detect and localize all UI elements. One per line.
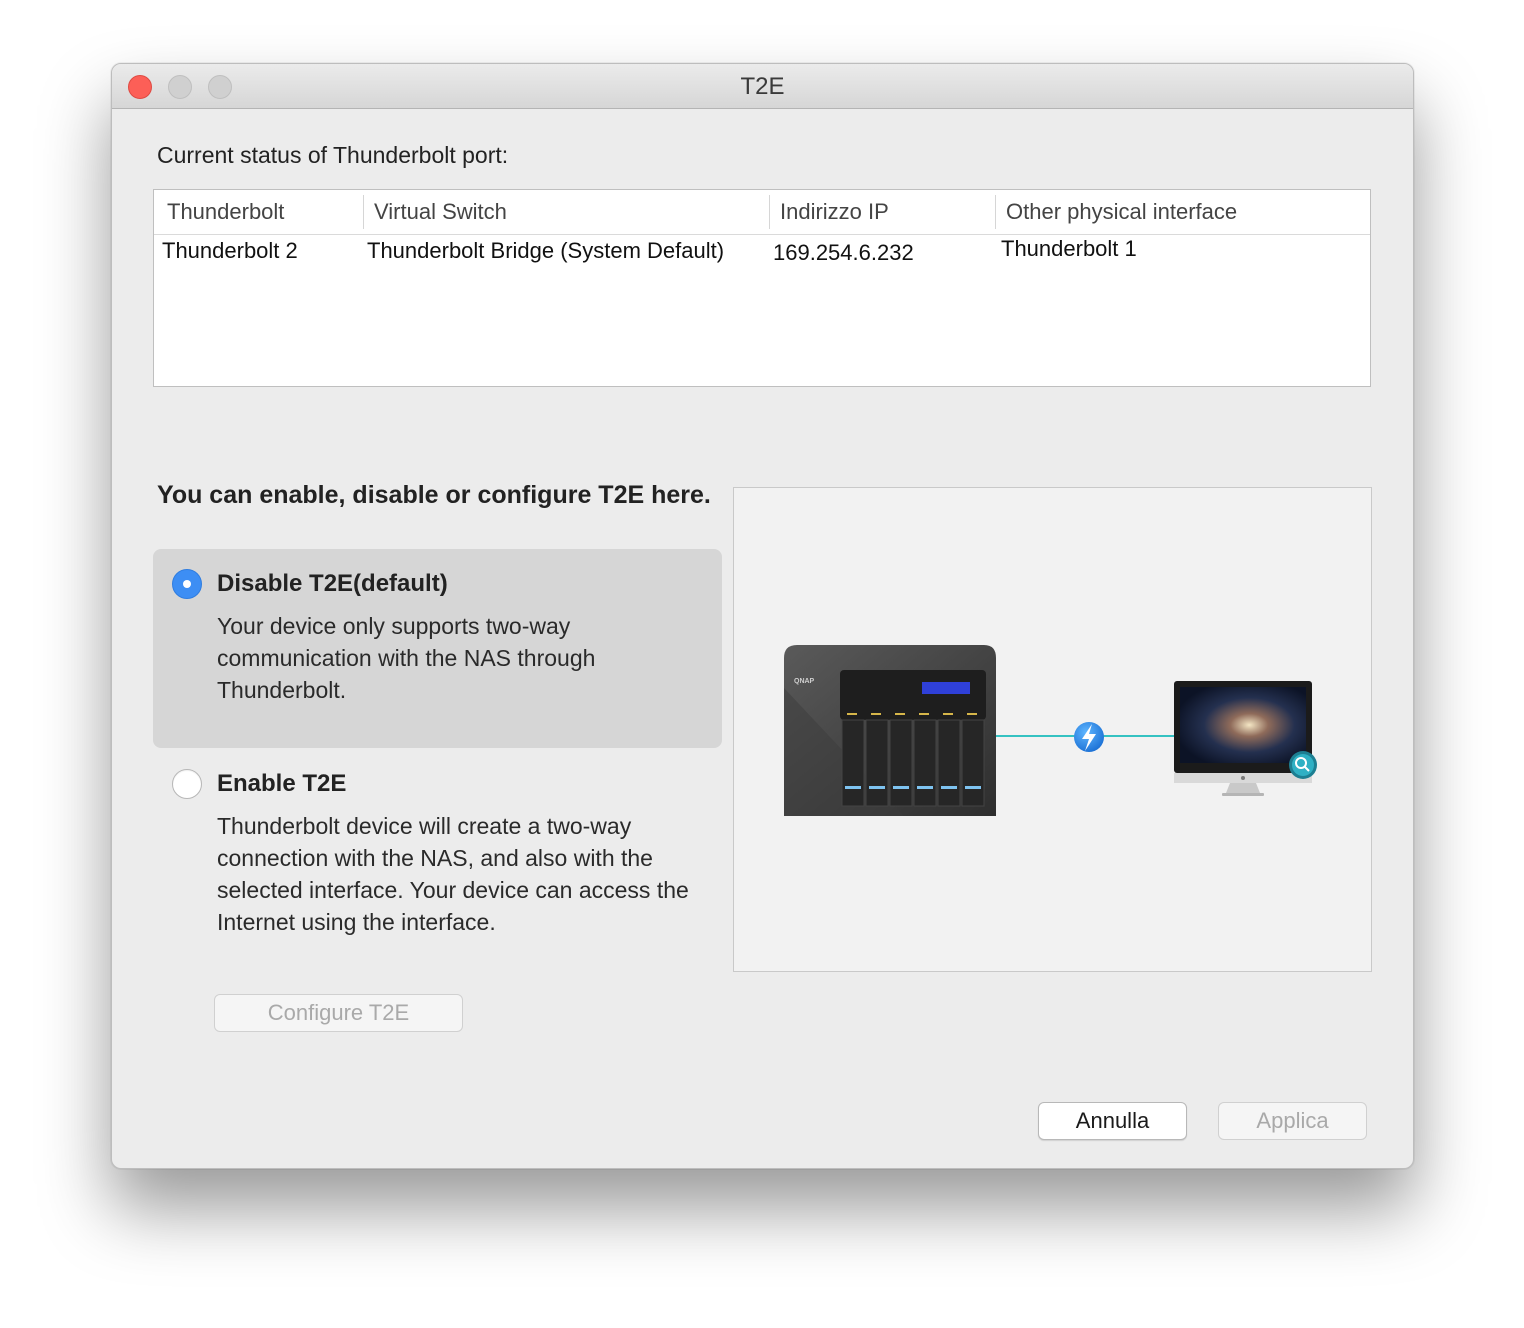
thunderbolt-icon (1074, 722, 1104, 752)
qfinder-search-icon (1289, 751, 1317, 779)
cell-virtual-switch: Thunderbolt Bridge (System Default) (367, 238, 725, 263)
apply-button[interactable]: Applica (1218, 1102, 1367, 1140)
nas-brand-label: QNAP (794, 678, 815, 685)
column-header-virtual-switch[interactable]: Virtual Switch (363, 195, 768, 229)
thunderbolt-status-table: Thunderbolt Virtual Switch Indirizzo IP … (153, 189, 1371, 387)
enable-t2e-radio[interactable] (172, 769, 202, 799)
cell-ip-address: 169.254.6.232 (773, 240, 914, 265)
diagram-svg: QNAP (784, 645, 1317, 816)
cell-thunderbolt: Thunderbolt 2 (162, 238, 298, 263)
window-title: T2E (740, 73, 785, 100)
imac-icon (1174, 681, 1312, 796)
nas-device-icon: QNAP (784, 645, 996, 816)
disable-t2e-title[interactable]: Disable T2E(default) (217, 570, 448, 598)
table-header: Thunderbolt Virtual Switch Indirizzo IP … (154, 190, 1370, 235)
enable-t2e-title[interactable]: Enable T2E (217, 770, 346, 798)
column-header-ip-address[interactable]: Indirizzo IP (769, 195, 995, 229)
enable-t2e-description: Thunderbolt device will create a two-way… (217, 813, 689, 935)
status-label: Current status of Thunderbolt port: (157, 142, 509, 168)
cancel-button[interactable]: Annulla (1038, 1102, 1187, 1140)
column-header-thunderbolt[interactable]: Thunderbolt (157, 190, 363, 234)
connection-diagram: QNAP (733, 487, 1372, 972)
disable-t2e-radio[interactable] (172, 569, 202, 599)
cell-other-interface: Thunderbolt 1 (1001, 236, 1137, 261)
t2e-window: T2E Current status of Thunderbolt port: … (111, 63, 1414, 1169)
column-header-other-interface[interactable]: Other physical interface (995, 195, 1370, 229)
config-heading: You can enable, disable or configure T2E… (157, 481, 711, 509)
title-bar: T2E (112, 64, 1413, 109)
disable-t2e-description: Your device only supports two-way commun… (217, 613, 596, 703)
configure-t2e-button[interactable]: Configure T2E (214, 994, 463, 1032)
